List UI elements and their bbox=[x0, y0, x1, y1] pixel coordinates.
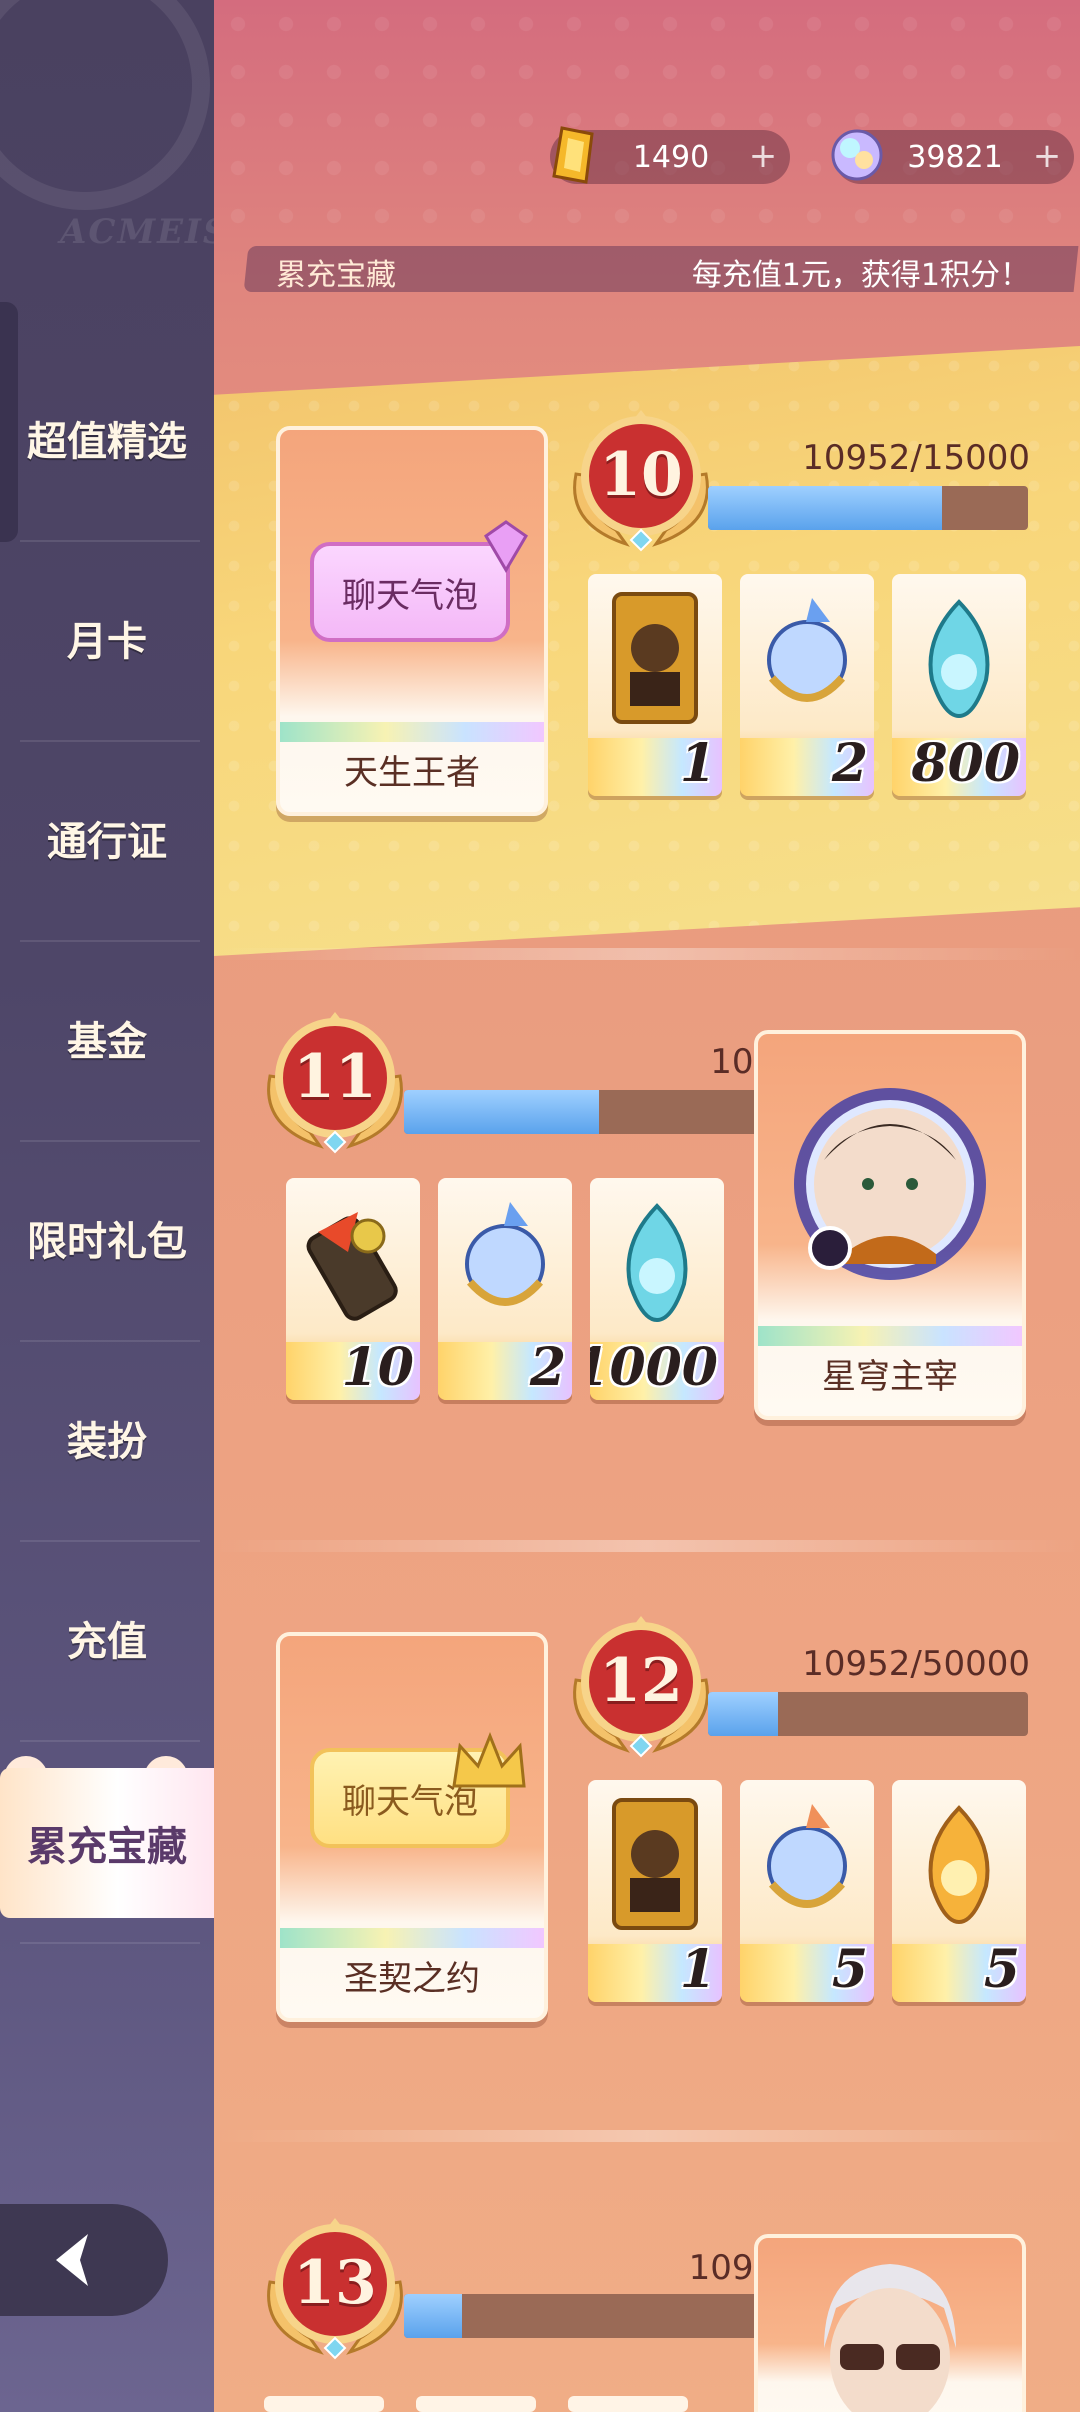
nav-item-outfit[interactable]: 装扮 bbox=[0, 1338, 214, 1538]
nav-label: 限时礼包 bbox=[27, 1219, 187, 1265]
nav-label: 装扮 bbox=[67, 1419, 147, 1465]
scroll-icon bbox=[306, 1212, 398, 1321]
back-button[interactable] bbox=[0, 2204, 168, 2316]
tier-medal: 12 bbox=[556, 1610, 726, 1770]
crystal-orb-icon bbox=[767, 1804, 847, 1908]
reward-item-peek bbox=[264, 2396, 384, 2412]
main-panel: 1490 + 39821 + 累充宝藏 每充值1元，获得1积分！ 聊天气泡 天生… bbox=[214, 0, 1080, 2412]
nav-item-super-value[interactable]: 超值精选 bbox=[0, 338, 214, 538]
gold-amount: 1490 bbox=[632, 139, 710, 175]
reward-item[interactable]: 1000 bbox=[590, 1178, 724, 1400]
reward-qty: 5 bbox=[983, 1939, 1020, 2000]
tier-10-bonus-card[interactable]: 聊天气泡 天生王者 bbox=[276, 426, 548, 816]
game-logo: ACMEIS bbox=[0, 0, 214, 270]
banner-note: 每充值1元，获得1积分！ bbox=[691, 258, 1030, 293]
divider bbox=[20, 1740, 200, 1742]
nav-item-cumulative-treasure[interactable]: 累充宝藏 bbox=[0, 1756, 214, 1924]
reward-item[interactable]: 2 bbox=[438, 1178, 572, 1400]
reward-item-peek bbox=[568, 2396, 688, 2412]
tier-number: 12 bbox=[599, 1646, 683, 1716]
nav-item-pass[interactable]: 通行证 bbox=[0, 738, 214, 938]
nav-label: 超值精选 bbox=[27, 419, 187, 465]
tier-progress-bar bbox=[708, 486, 1028, 530]
tier-progress-bar bbox=[708, 1692, 1028, 1736]
tier-medal: 13 bbox=[250, 2212, 420, 2372]
gem-currency: 39821 + bbox=[831, 129, 1074, 184]
nav-item-recharge[interactable]: 充值 bbox=[0, 1538, 214, 1738]
bonus-name: 圣契之约 bbox=[344, 1959, 480, 1999]
nav-item-fund[interactable]: 基金 bbox=[0, 938, 214, 1138]
rainbow-gem-icon bbox=[831, 129, 883, 181]
reward-qty: 10 bbox=[341, 1337, 414, 1398]
reward-qty: 800 bbox=[911, 733, 1020, 794]
tier-number: 10 bbox=[599, 440, 683, 510]
tier-medal: 11 bbox=[250, 1006, 420, 1166]
crystal-orb-icon bbox=[465, 1202, 545, 1306]
reward-qty: 1 bbox=[679, 1939, 716, 2000]
add-gold-button[interactable]: + bbox=[746, 139, 780, 173]
reward-item[interactable]: 1 bbox=[588, 574, 722, 796]
character-card-icon bbox=[612, 1798, 698, 1930]
add-gem-button[interactable]: + bbox=[1030, 139, 1064, 173]
reward-item[interactable]: 800 bbox=[892, 574, 1026, 796]
blue-flame-icon bbox=[626, 1203, 688, 1323]
chevron-left-icon bbox=[56, 2234, 88, 2286]
avatar-frame-portrait bbox=[794, 1088, 986, 1280]
gem-amount: 39821 bbox=[907, 139, 1003, 175]
nav-label: 充值 bbox=[67, 1619, 147, 1665]
reward-qty: 1 bbox=[679, 733, 716, 794]
nav-label: 月卡 bbox=[67, 619, 147, 665]
gold-flame-icon bbox=[928, 1805, 990, 1925]
gold-currency: 1490 + bbox=[550, 126, 790, 184]
reward-qty: 1000 bbox=[590, 1337, 718, 1398]
reward-item-peek bbox=[416, 2396, 536, 2412]
tier-number: 11 bbox=[293, 1042, 377, 1112]
reward-item[interactable]: 2 bbox=[740, 574, 874, 796]
sidebar: ACMEIS 超值精选 月卡 通行证 基金 限时礼包 装扮 充值 累充宝藏 bbox=[0, 0, 214, 2412]
bonus-name: 天生王者 bbox=[344, 753, 480, 793]
tier-progress-text: 10952/15000 bbox=[802, 438, 1030, 478]
reward-qty: 2 bbox=[831, 733, 868, 794]
nav-item-monthly-card[interactable]: 月卡 bbox=[0, 538, 214, 738]
nav-label: 基金 bbox=[67, 1019, 147, 1065]
nav-item-limited-pack[interactable]: 限时礼包 bbox=[0, 1138, 214, 1338]
divider bbox=[20, 1942, 200, 1944]
tier-13-bonus-card[interactable] bbox=[754, 2234, 1026, 2412]
gold-crystal-icon bbox=[552, 126, 594, 184]
logo-text: ACMEIS bbox=[60, 212, 214, 252]
tier-progress-text: 10952/50000 bbox=[802, 1644, 1030, 1684]
crystal-orb-icon bbox=[767, 598, 847, 702]
tier-12-bonus-card[interactable]: 聊天气泡 圣契之约 bbox=[276, 1632, 548, 2022]
nav-label: 通行证 bbox=[47, 819, 167, 865]
blue-flame-icon bbox=[928, 599, 990, 719]
reward-qty: 2 bbox=[529, 1337, 566, 1398]
character-card-icon bbox=[612, 592, 698, 724]
banner-title: 累充宝藏 bbox=[276, 258, 396, 293]
reward-qty: 5 bbox=[831, 1939, 868, 2000]
bonus-name: 星穹主宰 bbox=[822, 1357, 958, 1397]
reward-item[interactable]: 1 bbox=[588, 1780, 722, 2002]
pink-gem-icon bbox=[484, 520, 528, 573]
crown-icon bbox=[452, 1731, 526, 1788]
reward-item[interactable]: 10 bbox=[286, 1178, 420, 1400]
tier-medal: 10 bbox=[556, 404, 726, 564]
reward-item[interactable]: 5 bbox=[740, 1780, 874, 2002]
tier-11-bonus-card[interactable]: 星穹主宰 bbox=[754, 1030, 1026, 1420]
reward-item[interactable]: 5 bbox=[892, 1780, 1026, 2002]
nav-label: 累充宝藏 bbox=[27, 1824, 187, 1870]
tier-number: 13 bbox=[293, 2248, 377, 2318]
avatar-frame-portrait bbox=[824, 2264, 956, 2412]
